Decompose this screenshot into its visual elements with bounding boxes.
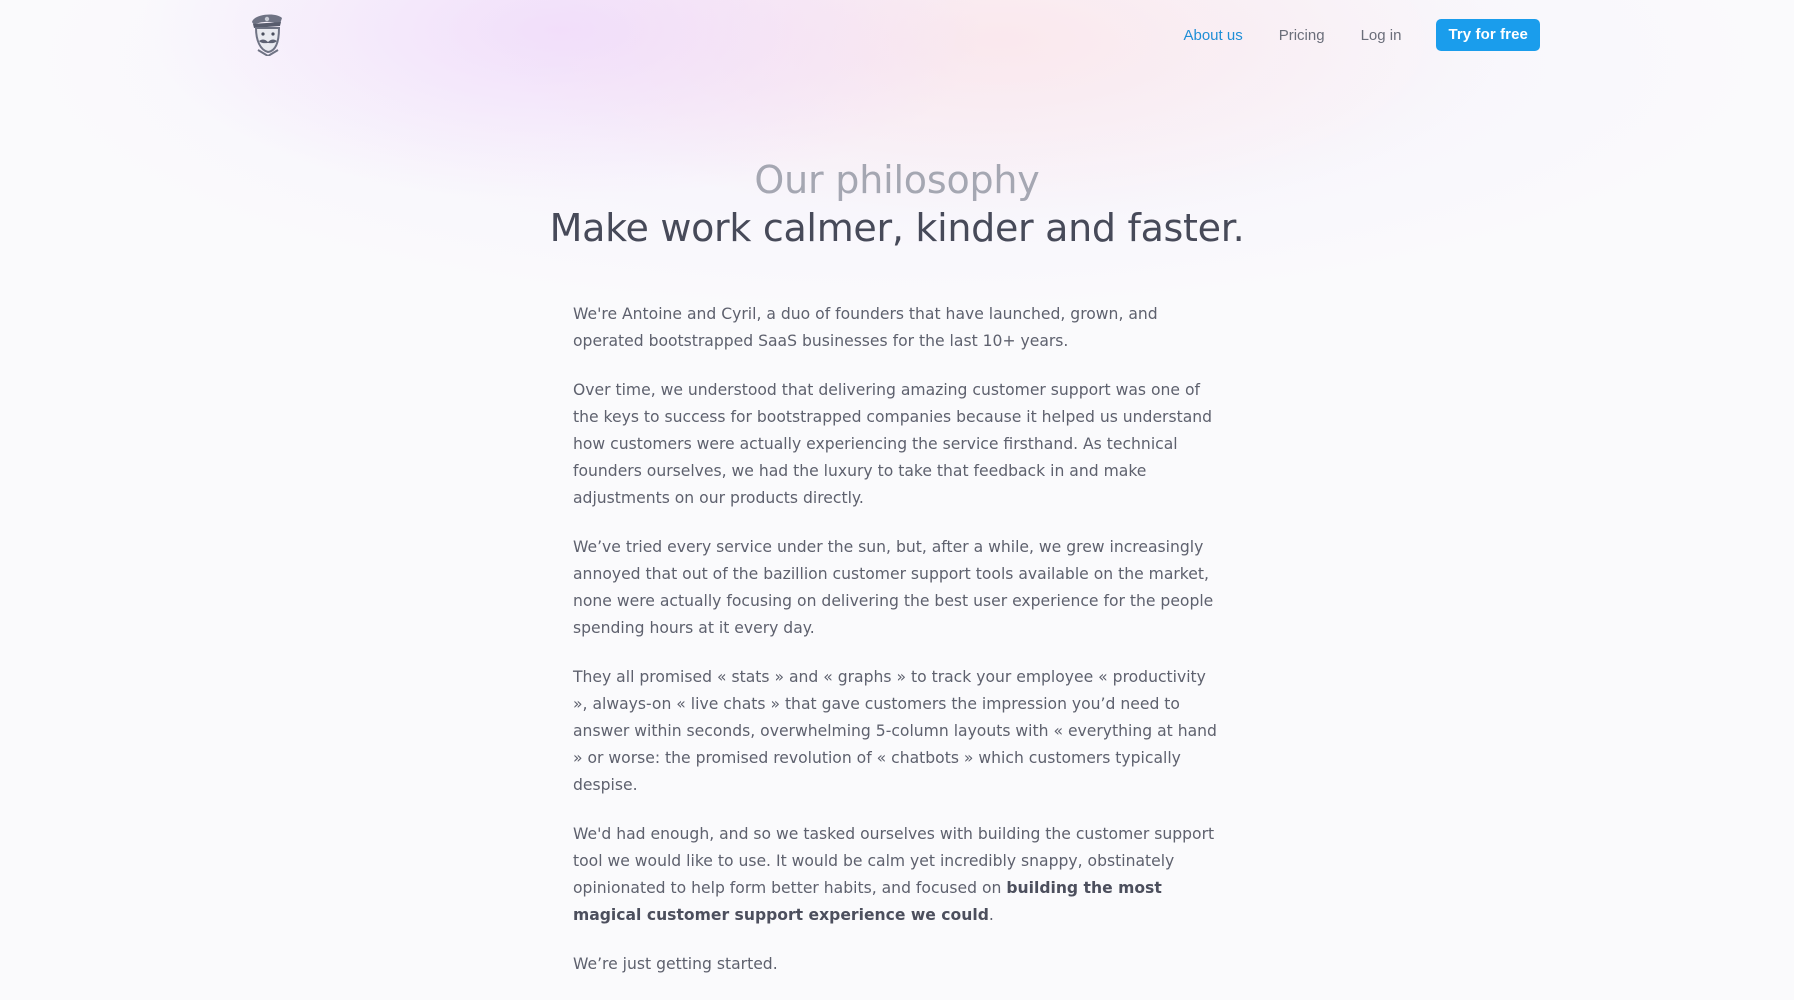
hero-section: Our philosophy Make work calmer, kinder … — [0, 156, 1794, 252]
philosophy-article: We're Antoine and Cyril, a duo of founde… — [573, 301, 1219, 1000]
paragraph-tools-frustration: We’ve tried every service under the sun,… — [573, 538, 1214, 637]
paragraph-intro: We're Antoine and Cyril, a duo of founde… — [573, 305, 1158, 350]
paragraph-support-insight: Over time, we understood that delivering… — [573, 381, 1213, 507]
nav-about-us-link[interactable]: About us — [1183, 27, 1242, 44]
mascot-logo-icon[interactable] — [246, 10, 286, 58]
nav-login-link[interactable]: Log in — [1361, 27, 1402, 44]
nav-pricing-link[interactable]: Pricing — [1279, 27, 1325, 44]
paragraph-closing: We’re just getting started. — [573, 955, 778, 973]
paragraph-mission: We'd had enough, and so we tasked oursel… — [573, 821, 1219, 929]
primary-nav: About us Pricing Log in Try for free — [1147, 19, 1540, 51]
top-navigation: About us Pricing Log in Try for free — [0, 0, 1794, 70]
paragraph-promises: They all promised « stats » and « graphs… — [573, 668, 1217, 794]
page-title: Make work calmer, kinder and faster. — [549, 206, 1245, 250]
hero-eyebrow: Our philosophy — [754, 158, 1040, 202]
mission-text-end: . — [988, 906, 994, 924]
try-for-free-button[interactable]: Try for free — [1436, 19, 1540, 51]
